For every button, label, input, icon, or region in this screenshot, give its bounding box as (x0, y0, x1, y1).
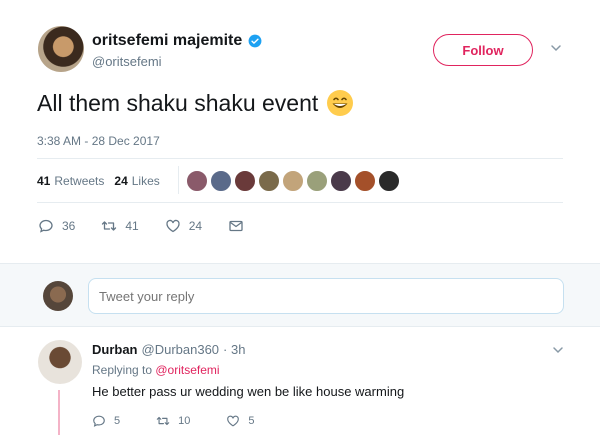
liker-avatar[interactable] (306, 170, 328, 192)
chevron-down-icon[interactable] (550, 42, 562, 54)
reply-author-avatar[interactable] (38, 340, 82, 384)
divider (37, 202, 563, 203)
envelope-icon (229, 220, 243, 232)
reply-like-count: 5 (248, 415, 255, 427)
reply-retweet-count: 10 (178, 415, 191, 427)
liker-avatar[interactable] (234, 170, 256, 192)
liker-avatar[interactable] (330, 170, 352, 192)
reply-author-handle[interactable]: @Durban360 (142, 342, 220, 357)
liker-avatar[interactable] (354, 170, 376, 192)
likes-count[interactable]: 24 (114, 174, 127, 188)
liker-avatar[interactable] (258, 170, 280, 192)
reply-count: 36 (62, 219, 76, 233)
retweet-count: 41 (125, 219, 139, 233)
tweet-actions: 36 41 24 (38, 218, 278, 234)
divider (37, 158, 563, 159)
reply-action[interactable]: 36 (38, 218, 75, 234)
grinning-face-emoji-icon (327, 90, 354, 116)
liker-avatar[interactable] (282, 170, 304, 192)
reply-reply-count: 5 (114, 415, 121, 427)
reply-actions: 5 10 5 (92, 414, 291, 428)
like-action[interactable]: 24 (165, 218, 202, 234)
tweet-timestamp[interactable]: 3:38 AM - 28 Dec 2017 (37, 134, 160, 148)
retweets-label[interactable]: Retweets (54, 174, 104, 188)
retweets-count[interactable]: 41 (37, 174, 50, 188)
tweet-text-content: All them shaku shaku event (37, 89, 319, 116)
message-action[interactable] (228, 218, 252, 234)
retweet-icon (156, 416, 170, 426)
follow-button[interactable]: Follow (433, 34, 533, 66)
current-user-avatar (43, 281, 73, 311)
retweet-action[interactable]: 41 (101, 218, 139, 234)
heart-icon (166, 219, 180, 233)
reply-time[interactable]: · 3h (223, 342, 245, 357)
reply-author-name[interactable]: Durban (92, 342, 138, 357)
chevron-down-icon[interactable] (552, 344, 564, 356)
replying-to: Replying to @oritsefemi (92, 363, 220, 377)
reply-icon (39, 219, 53, 233)
replying-to-prefix: Replying to (92, 363, 156, 377)
tweet-stats: 41 Retweets 24 Likes (37, 174, 170, 188)
like-count: 24 (188, 219, 203, 233)
reply-retweet-action[interactable]: 10 (156, 414, 190, 428)
reply-header: Durban @Durban360 · 3h (92, 342, 245, 357)
tweet-text: All them shaku shaku event (37, 89, 354, 117)
stats-separator (178, 166, 179, 194)
reply-compose-area (0, 263, 600, 327)
author-name-row[interactable]: oritsefemi majemite (92, 32, 262, 50)
reply-text: He better pass ur wedding wen be like ho… (92, 384, 405, 399)
author-handle[interactable]: @oritsefemi (92, 54, 162, 69)
liker-avatar[interactable] (378, 170, 400, 192)
tweet-card: oritsefemi majemite @oritsefemi Follow A… (0, 0, 600, 262)
reply-like-action[interactable]: 5 (226, 414, 255, 428)
replying-to-mention[interactable]: @oritsefemi (155, 363, 219, 377)
liker-avatar[interactable] (186, 170, 208, 192)
verified-badge-icon (248, 34, 262, 48)
heart-icon (227, 415, 240, 427)
author-avatar[interactable] (38, 26, 84, 72)
likers-avatars (186, 170, 402, 192)
retweet-icon (102, 221, 117, 231)
reply-input[interactable] (88, 278, 564, 314)
thread-line (58, 390, 60, 435)
likes-label[interactable]: Likes (132, 174, 160, 188)
reply-tweet[interactable]: Durban @Durban360 · 3h Replying to @orit… (0, 328, 600, 435)
reply-icon (93, 415, 105, 427)
reply-reply-action[interactable]: 5 (92, 414, 120, 428)
liker-avatar[interactable] (210, 170, 232, 192)
author-display-name[interactable]: oritsefemi majemite (92, 32, 242, 50)
